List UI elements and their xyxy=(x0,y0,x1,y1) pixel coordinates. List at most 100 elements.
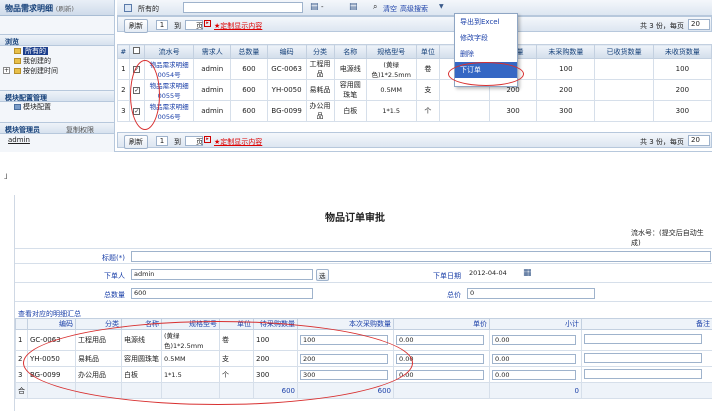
sidebar-item-all[interactable]: 所有的 xyxy=(0,46,114,56)
calendar-icon[interactable]: ▦ xyxy=(523,268,532,278)
col-check[interactable] xyxy=(128,44,145,59)
scope-label: 所有的 xyxy=(138,5,159,13)
per-page-select[interactable]: 20 xyxy=(688,135,710,146)
goto-label: 到 xyxy=(174,22,181,30)
list-screenshot: 物品需求明细 (刷新) 浏览 所有的 我创建的 + 按创建时间 模块配置管理 模… xyxy=(0,0,712,152)
serial-label: 流水号： xyxy=(631,229,659,237)
drow-remark-cell xyxy=(581,350,712,367)
col-unit[interactable]: 单位 xyxy=(415,44,441,59)
subtotal-input[interactable]: 0.00 xyxy=(492,369,576,380)
menu-item-export[interactable]: 导出到Excel xyxy=(455,14,517,30)
orderer-input[interactable]: admin xyxy=(131,269,313,280)
col-requester[interactable]: 需求人 xyxy=(193,44,232,59)
col-total[interactable]: 总数量 xyxy=(230,44,268,59)
dash: - xyxy=(321,3,324,11)
row-unit: 个 xyxy=(415,100,441,122)
go-icon[interactable]: ▸ xyxy=(204,20,211,27)
row-requester: admin xyxy=(193,100,232,122)
subtotal-input[interactable]: 0.00 xyxy=(492,335,576,345)
refresh-button[interactable]: 刷新 xyxy=(124,135,148,149)
row-name: 白板 xyxy=(333,100,367,122)
page-number[interactable]: 1 xyxy=(156,20,168,30)
sidebar-item-mine[interactable]: 我创建的 xyxy=(0,56,114,66)
col-received[interactable]: 已收货数量 xyxy=(594,44,654,59)
goto-label: 到 xyxy=(174,138,181,146)
annotation-ellipse-detail xyxy=(23,321,413,405)
row-total: 600 xyxy=(230,100,268,122)
col-serial[interactable]: 流水号 xyxy=(143,44,195,59)
pager-bottom: 刷新 1 到 页 ▸ ★定制显示内容 共 3 份，每页 20 xyxy=(117,132,712,149)
remark-input[interactable] xyxy=(584,352,702,363)
total-count: 共 3 份，每页 xyxy=(640,138,684,146)
row-unpurchased: 200 xyxy=(536,79,596,101)
home-icon[interactable] xyxy=(124,4,132,12)
per-page-select[interactable]: 20 xyxy=(688,19,710,30)
annotation-ellipse xyxy=(130,60,160,130)
annotation-ellipse-menu xyxy=(448,62,524,86)
col-unpurchased[interactable]: 未采购数量 xyxy=(536,44,596,59)
drow-no: 1 xyxy=(15,329,28,351)
total-price-input[interactable]: 0 xyxy=(467,288,595,299)
total-count: 共 3 份，每页 xyxy=(640,22,684,30)
price-input[interactable]: 0.00 xyxy=(396,335,484,345)
advanced-search-button[interactable]: 高级搜索 xyxy=(400,4,428,14)
search-input[interactable] xyxy=(183,2,303,13)
col-spec[interactable]: 规格型号 xyxy=(365,44,417,59)
orderer-label: 下单人 xyxy=(104,272,125,280)
chevron-down-icon[interactable]: ▼ xyxy=(439,3,444,10)
remark-input[interactable] xyxy=(584,368,702,379)
row-name: 容用圆珠笔 xyxy=(333,79,367,101)
sidebar-item-by-time[interactable]: + 按创建时间 xyxy=(0,66,114,76)
per-page-value: 20 xyxy=(691,20,700,28)
sidebar: 物品需求明细 (刷新) 浏览 所有的 我创建的 + 按创建时间 模块配置管理 模… xyxy=(0,0,115,152)
table-row[interactable]: 2 ✓ 物品需求明细0055号 admin 600 YH-0050 易耗品 容用… xyxy=(117,79,712,101)
drow-subtotal-cell: 0.00 xyxy=(489,366,582,383)
clear-button[interactable]: 清空 xyxy=(383,4,397,14)
col-no: # xyxy=(117,44,130,59)
refresh-button[interactable]: 刷新 xyxy=(124,19,148,33)
go-icon[interactable]: ▸ xyxy=(204,136,211,143)
col-name[interactable]: 名称 xyxy=(333,44,367,59)
row-category: 办公用品 xyxy=(305,100,335,122)
row-unpurchased: 100 xyxy=(536,58,596,80)
order-date-value[interactable]: 2012-04-04 xyxy=(467,269,521,280)
toolbar: 所有的 ▤ - ▤ ⌕ 清空 高级搜索 ▼ xyxy=(117,0,712,16)
sidebar-refresh-link[interactable]: (刷新) xyxy=(56,5,74,13)
total-qty-label: 总数量 xyxy=(104,291,125,299)
title-input[interactable] xyxy=(131,251,711,262)
select-all-checkbox[interactable] xyxy=(133,47,141,54)
expand-icon[interactable]: + xyxy=(3,67,10,74)
search-icon[interactable]: ⌕ xyxy=(373,2,377,12)
drow-price-cell: 0.00 xyxy=(393,329,490,351)
row-unit: 支 xyxy=(415,79,441,101)
row-code: BG-0099 xyxy=(266,100,307,122)
table-row[interactable]: 1 ✓ 物品需求明细0054号 admin 600 GC-0063 工程用品 电… xyxy=(117,58,712,80)
menu-item-edit-field[interactable]: 修改字段 xyxy=(455,30,517,46)
menu-item-delete[interactable]: 删除 xyxy=(455,46,517,62)
total-price-label: 总价 xyxy=(447,291,461,299)
total-qty-input[interactable]: 600 xyxy=(131,288,313,299)
filter-icon[interactable]: ▤ xyxy=(310,2,319,12)
filter-icon-2[interactable]: ▤ xyxy=(349,2,358,12)
footer-label: 合 xyxy=(15,382,28,399)
subtotal-input[interactable]: 0.00 xyxy=(492,353,576,364)
col-code[interactable]: 编码 xyxy=(266,44,307,59)
sidebar-item-config[interactable]: 模块配置 xyxy=(0,102,114,112)
select-user-button[interactable]: 选 xyxy=(316,269,329,281)
row-requester: admin xyxy=(193,58,232,80)
separator-mark: 」 xyxy=(4,171,12,180)
custom-fields-link[interactable]: ★定制显示内容 xyxy=(214,137,262,147)
custom-fields-link[interactable]: ★定制显示内容 xyxy=(214,21,262,31)
row-unpurchased: 300 xyxy=(536,100,596,122)
admin-user[interactable]: admin xyxy=(0,134,114,146)
admin-section-title: 模块管理员 xyxy=(5,126,40,134)
copy-permission-link[interactable]: 复制权限 xyxy=(66,125,94,135)
dcol-code: 编码 xyxy=(27,318,76,330)
table-row[interactable]: 3 ✓ 物品需求明细0056号 admin 600 BG-0099 办公用品 白… xyxy=(117,100,712,122)
remark-input[interactable] xyxy=(584,334,702,344)
row-requester: admin xyxy=(193,79,232,101)
col-category[interactable]: 分类 xyxy=(305,44,335,59)
page-number[interactable]: 1 xyxy=(156,136,168,146)
dcol-subtotal: 小计 xyxy=(489,318,582,330)
col-unreceived[interactable]: 未收货数量 xyxy=(652,44,712,59)
